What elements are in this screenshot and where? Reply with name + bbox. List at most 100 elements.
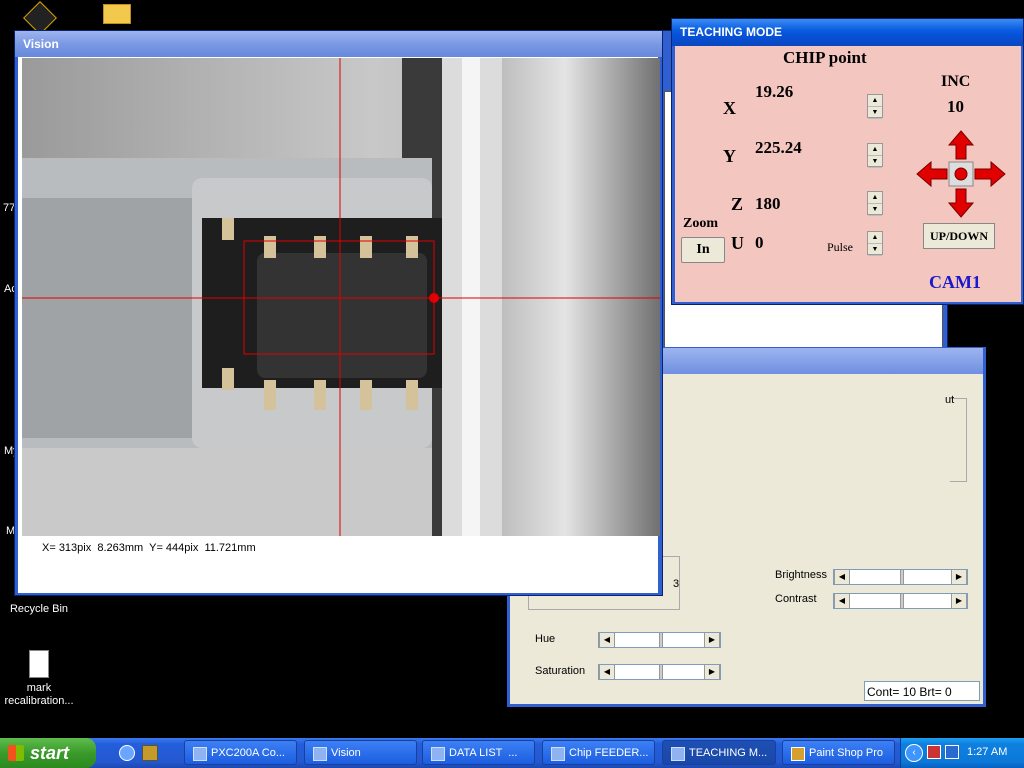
quick-launch-app-icon[interactable] [142, 745, 158, 761]
z-spinner[interactable]: ▲ ▼ [867, 191, 883, 216]
hue-right-arrow[interactable]: ▶ [704, 633, 720, 647]
camera-view[interactable] [22, 58, 660, 536]
network-icon[interactable] [927, 745, 941, 759]
u-value: 0 [755, 233, 764, 252]
folder-icon [103, 4, 131, 24]
paint-shop-pro-icon [791, 747, 805, 761]
start-button[interactable]: start [0, 738, 96, 768]
taskbar-button-label: Chip FEEDER... [569, 747, 649, 759]
taskbar-button-label: PXC200A Co... [211, 747, 285, 759]
contrast-thumb[interactable] [900, 594, 904, 608]
app-window-icon [671, 747, 685, 761]
taskbar-button-data-list[interactable]: DATA LIST ... [422, 740, 535, 765]
u-spinner[interactable]: ▲ ▼ [867, 231, 883, 256]
z-label: Z [731, 194, 744, 214]
windows-logo-icon [8, 745, 24, 761]
mark-recalibration-label: mark recalibration... [4, 682, 74, 707]
monitor-icon[interactable] [945, 745, 959, 759]
teaching-mode-window[interactable]: TEACHING MODE CHIP point X 19.26 ▲ ▼ Y 22… [671, 18, 1024, 305]
u-label: U [731, 233, 744, 253]
z-value: 180 [755, 194, 781, 213]
vision-titlebar[interactable]: Vision [15, 31, 662, 57]
contrast-right-arrow[interactable]: ▶ [951, 594, 967, 608]
x-spinner[interactable]: ▲ ▼ [867, 94, 883, 119]
number-value: 3 [673, 578, 680, 590]
right-arrow-icon[interactable] [974, 160, 1006, 188]
group-label-partial: ut [945, 394, 955, 406]
recycle-bin-label: Recycle Bin [9, 603, 69, 615]
teaching-panel: CHIP point X 19.26 ▲ ▼ Y 225.24 ▲ ▼ Z 180 … [675, 46, 1021, 302]
system-tray: ‹ 1:27 AM [900, 738, 1024, 768]
up-arrow-icon[interactable] [947, 130, 975, 160]
taskbar-button-pxc200a[interactable]: PXC200A Co... [184, 740, 297, 765]
y-label: Y [723, 146, 736, 166]
desktop-icon-mark-recalibration[interactable]: mark recalibration... [2, 650, 76, 708]
up-down-button[interactable]: UP/DOWN [923, 223, 995, 249]
taskbar-button-label: Paint Shop Pro [809, 747, 883, 759]
start-label: start [30, 743, 70, 763]
clock[interactable]: 1:27 AM [967, 746, 1007, 758]
app-window-icon [313, 747, 327, 761]
saturation-right-arrow[interactable]: ▶ [704, 665, 720, 679]
vision-window[interactable]: Vision X= 313pix 8.263mm Y= 444pix 11.72… [14, 30, 663, 596]
hue-slider[interactable]: ◀ ▶ [598, 632, 721, 648]
contrast-label: Contrast [775, 593, 817, 605]
app-window-icon [551, 747, 565, 761]
y-down-arrow[interactable]: ▼ [868, 156, 882, 168]
z-up-arrow[interactable]: ▲ [868, 192, 882, 204]
z-down-arrow[interactable]: ▼ [868, 204, 882, 216]
saturation-slider[interactable]: ◀ ▶ [598, 664, 721, 680]
camera-label: CAM1 [929, 272, 981, 292]
x-label: X [723, 98, 736, 118]
x-up-arrow[interactable]: ▲ [868, 95, 882, 107]
desktop-icon-folder[interactable] [100, 4, 134, 28]
point-label: CHIP point [783, 48, 867, 67]
hue-left-arrow[interactable]: ◀ [599, 633, 615, 647]
zoom-label: Zoom [683, 216, 718, 231]
u-down-arrow[interactable]: ▼ [868, 244, 882, 256]
inc-value: 10 [947, 97, 964, 116]
taskbar-button-label: Vision [331, 747, 361, 759]
taskbar-button-paint-shop-pro[interactable]: Paint Shop Pro [782, 740, 895, 765]
x-value: 19.26 [755, 82, 794, 101]
hue-label: Hue [535, 633, 556, 645]
group-frame [950, 398, 967, 482]
taskbar-button-vision[interactable]: Vision [304, 740, 417, 765]
center-target-icon[interactable] [948, 161, 974, 187]
inc-label: INC [941, 73, 971, 90]
hue-thumb[interactable] [659, 633, 663, 647]
contrast-slider[interactable]: ◀ ▶ [833, 593, 968, 609]
y-value: 225.24 [755, 138, 802, 157]
u-up-arrow[interactable]: ▲ [868, 232, 882, 244]
down-arrow-icon[interactable] [947, 188, 975, 218]
brightness-slider[interactable]: ◀ ▶ [833, 569, 968, 585]
zoom-in-button[interactable]: In [681, 237, 725, 263]
direction-pad[interactable] [915, 129, 1007, 219]
taskbar-button-label: TEACHING M... [689, 747, 768, 759]
contrast-left-arrow[interactable]: ◀ [834, 594, 850, 608]
desktop-icon-recycle-bin[interactable]: Recycle Bin [4, 603, 74, 615]
teaching-mode-titlebar[interactable]: TEACHING MODE [672, 19, 1023, 46]
document-icon [29, 650, 49, 678]
tray-chevron-icon[interactable]: ‹ [905, 744, 923, 762]
settings-status-box: Cont= 10 Brt= 0 [864, 681, 980, 701]
saturation-thumb[interactable] [659, 665, 663, 679]
camera-image [22, 58, 660, 536]
taskbar-button-teaching-mode[interactable]: TEACHING M... [662, 740, 776, 765]
x-down-arrow[interactable]: ▼ [868, 107, 882, 119]
brightness-label: Brightness [775, 569, 827, 581]
app-window-icon [193, 747, 207, 761]
vision-status-text: X= 313pix 8.263mm Y= 444pix 11.721mm [42, 542, 256, 554]
brightness-thumb[interactable] [900, 570, 904, 584]
saturation-label: Saturation [535, 665, 586, 677]
app-window-icon [431, 747, 445, 761]
y-up-arrow[interactable]: ▲ [868, 144, 882, 156]
left-arrow-icon[interactable] [916, 160, 948, 188]
brightness-left-arrow[interactable]: ◀ [834, 570, 850, 584]
brightness-right-arrow[interactable]: ▶ [951, 570, 967, 584]
taskbar-button-label: DATA LIST ... [449, 747, 518, 759]
quick-launch-ie-icon[interactable] [119, 745, 135, 761]
saturation-left-arrow[interactable]: ◀ [599, 665, 615, 679]
taskbar-button-chip-feeder[interactable]: Chip FEEDER... [542, 740, 655, 765]
y-spinner[interactable]: ▲ ▼ [867, 143, 883, 168]
